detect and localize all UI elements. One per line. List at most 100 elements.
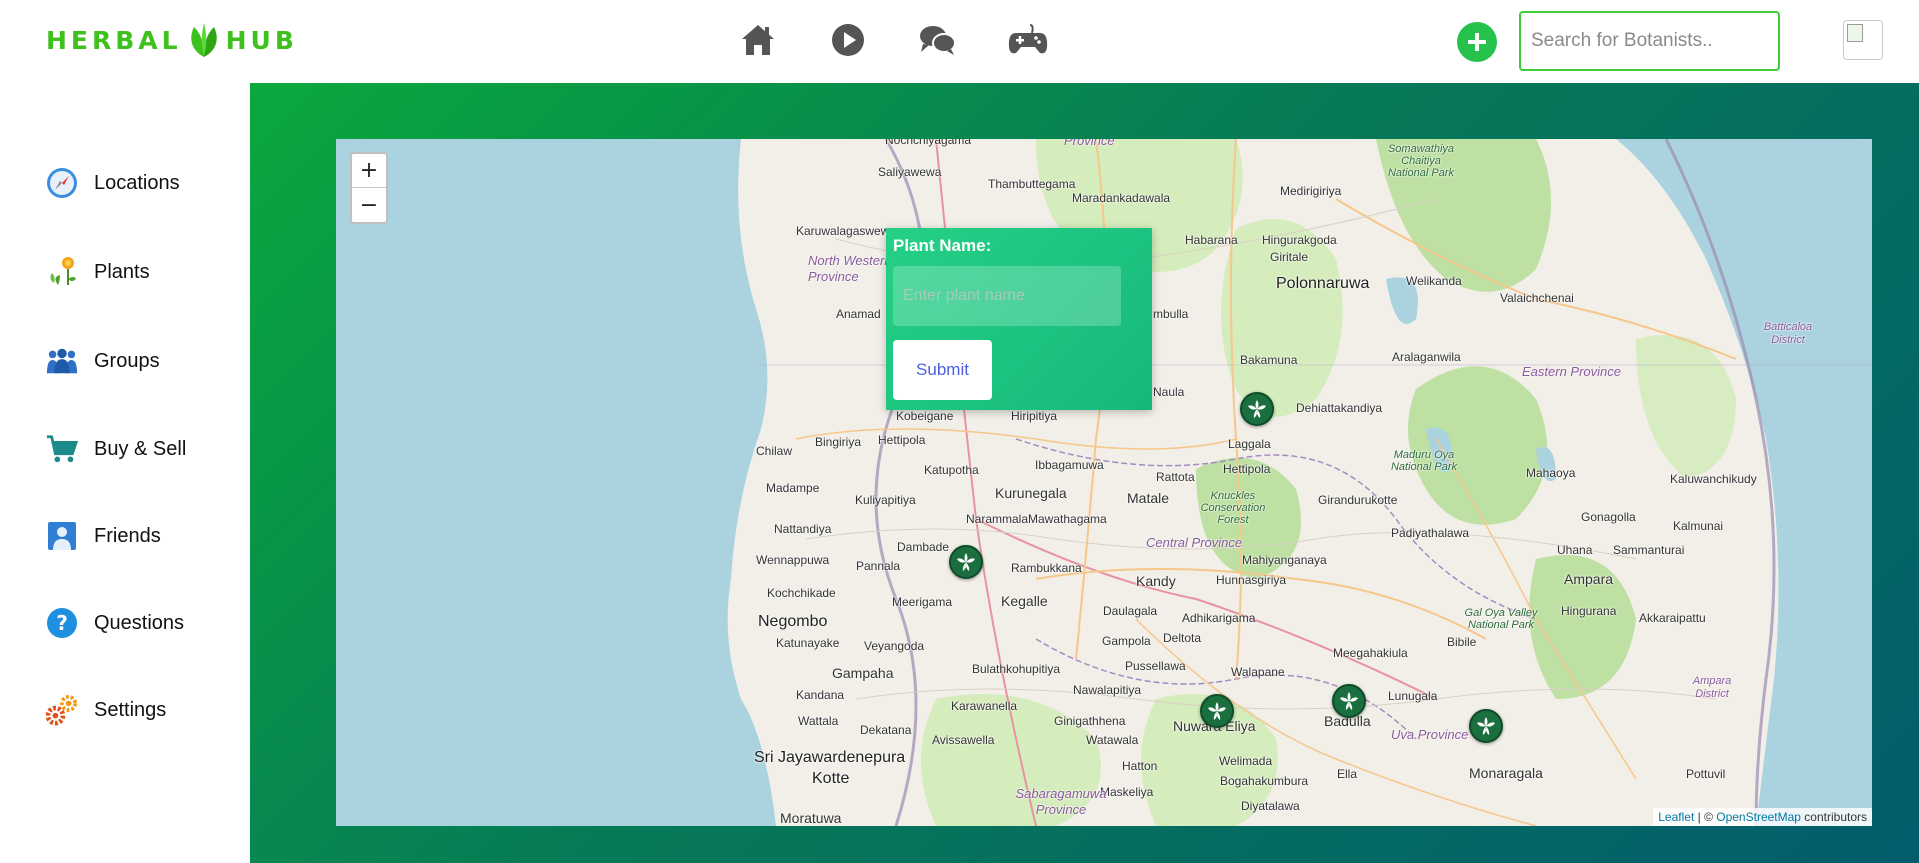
flower-icon	[46, 256, 78, 288]
map-label: Ampara District	[1692, 675, 1732, 700]
map-label: Hiripitiya	[1011, 409, 1058, 423]
map-label: Sammanturai	[1613, 543, 1685, 557]
map-label: Dambade	[897, 540, 950, 554]
logo[interactable]: HERBAL HUB	[46, 20, 298, 60]
map-label: Anamad	[836, 307, 881, 321]
plant-name-input[interactable]	[893, 266, 1121, 326]
map-label: Mahiyanganaya	[1242, 553, 1327, 567]
map-label: Akkaraipattu	[1639, 611, 1706, 625]
map-label: Pannala	[856, 559, 901, 573]
zoom-in-button[interactable]: +	[352, 154, 386, 188]
sidebar-item-label: Friends	[94, 524, 161, 547]
avatar[interactable]	[1843, 20, 1883, 60]
map-label: Negombo	[758, 613, 828, 630]
map-label: Kotte	[812, 770, 850, 787]
map-label: Daulagala	[1103, 604, 1158, 618]
map-label: Karuwalagaswewa	[796, 224, 897, 238]
map-label: Ella	[1337, 767, 1358, 781]
map-label: Hettipola	[1223, 462, 1271, 476]
submit-button[interactable]: Submit	[893, 340, 992, 400]
map-label: Matale	[1127, 490, 1170, 506]
map-label: Bingiriya	[815, 435, 862, 449]
home-icon[interactable]	[738, 20, 778, 60]
people-icon	[46, 345, 78, 377]
sidebar-item-questions[interactable]: ? Questions	[46, 607, 184, 639]
plant-marker[interactable]	[949, 545, 983, 579]
map-label: Pussellawa	[1125, 659, 1186, 673]
plant-marker[interactable]	[1332, 684, 1366, 718]
plant-marker[interactable]	[1200, 694, 1234, 728]
map-label: Wattala	[798, 714, 839, 728]
map-label: Diyatalawa	[1241, 799, 1300, 813]
map-label: Batticaloa District	[1763, 321, 1813, 346]
sidebar-item-locations[interactable]: Locations	[46, 167, 180, 199]
map-label: Ibbagamuwa	[1035, 458, 1104, 472]
sidebar-item-buy-sell[interactable]: Buy & Sell	[46, 433, 186, 465]
map-label: Rambukkana	[1011, 561, 1082, 575]
map-label: Hunnasgiriya	[1216, 573, 1287, 587]
map-label: Katunayake	[776, 636, 840, 650]
compass-icon	[46, 167, 78, 199]
search-input[interactable]	[1519, 11, 1780, 71]
map-label: Hettipola	[878, 433, 926, 447]
map-label: Wennappuwa	[756, 553, 830, 567]
sidebar-item-friends[interactable]: Friends	[46, 520, 161, 552]
svg-text:?: ?	[56, 611, 68, 635]
leaflet-link[interactable]: Leaflet	[1658, 810, 1694, 824]
plant-marker[interactable]	[1469, 709, 1503, 743]
attribution-separator: | ©	[1694, 810, 1717, 824]
sidebar-item-settings[interactable]: Settings	[46, 694, 166, 726]
logo-text-right: HUB	[225, 25, 298, 55]
map-label: Kuliyapitiya	[855, 493, 916, 507]
map-label: Bogahakumbura	[1220, 774, 1309, 788]
map-label: Naula	[1153, 385, 1185, 399]
map-label: Padiyathalawa	[1391, 526, 1470, 540]
sidebar-item-groups[interactable]: Groups	[46, 345, 160, 377]
person-icon	[46, 520, 78, 552]
map-label: Saliyawewa	[878, 165, 942, 179]
map-label: Uva Province	[1391, 727, 1469, 742]
attribution-suffix: contributors	[1800, 810, 1867, 824]
sidebar-item-label: Questions	[94, 611, 185, 634]
map-label: Knuckles Conservation Forest	[1200, 490, 1266, 526]
play-icon[interactable]	[828, 20, 868, 60]
map-label: Meegahakiula	[1333, 646, 1408, 660]
question-icon: ?	[46, 607, 78, 639]
map-label: Hatton	[1122, 759, 1158, 773]
sidebar-item-label: Settings	[94, 698, 167, 721]
sidebar-item-label: Plants	[94, 260, 150, 283]
plant-name-label: Plant Name:	[893, 236, 992, 255]
sidebar-item-plants[interactable]: Plants	[46, 256, 150, 288]
add-plant-popup: Plant Name: Submit	[886, 228, 1152, 410]
map-label: Watawala	[1086, 733, 1139, 747]
plant-marker[interactable]	[1240, 392, 1274, 426]
map-label: Gampola	[1102, 634, 1151, 648]
map-label: Pottuvil	[1686, 767, 1726, 781]
map-label: Hingurana	[1561, 604, 1617, 618]
zoom-control: + −	[350, 152, 388, 224]
map-label: Mahaoya	[1526, 466, 1576, 480]
chat-icon[interactable]	[918, 20, 958, 60]
gamepad-icon[interactable]	[1008, 20, 1048, 60]
leaf-icon	[1340, 692, 1358, 710]
map-label: Bulathkohupitiya	[972, 662, 1061, 676]
map-label: Mawathagama	[1028, 512, 1107, 526]
map-label: Chilaw	[756, 444, 793, 458]
leaf-icon	[1208, 702, 1226, 720]
zoom-out-button[interactable]: −	[352, 188, 386, 222]
map-label: Rattota	[1156, 470, 1195, 484]
map-label: Sabaragamuwa Province	[1015, 786, 1107, 817]
map-label: Moratuwa	[780, 810, 842, 826]
map-label: Ginigathhena	[1054, 714, 1126, 728]
main-nav	[738, 20, 1048, 60]
map-label: Uhana	[1557, 543, 1593, 557]
map-label: Gampaha	[832, 665, 894, 681]
map-label: Monaragala	[1469, 765, 1543, 781]
map-label: Deltota	[1163, 631, 1202, 645]
osm-link[interactable]: OpenStreetMap	[1716, 810, 1801, 824]
map-label: Adhikarigama	[1182, 611, 1256, 625]
map-label: Karawanella	[951, 699, 1018, 713]
map-label: Nochchiyagama	[885, 139, 972, 147]
leaf-icon	[957, 553, 975, 571]
plus-icon[interactable]	[1457, 22, 1497, 62]
